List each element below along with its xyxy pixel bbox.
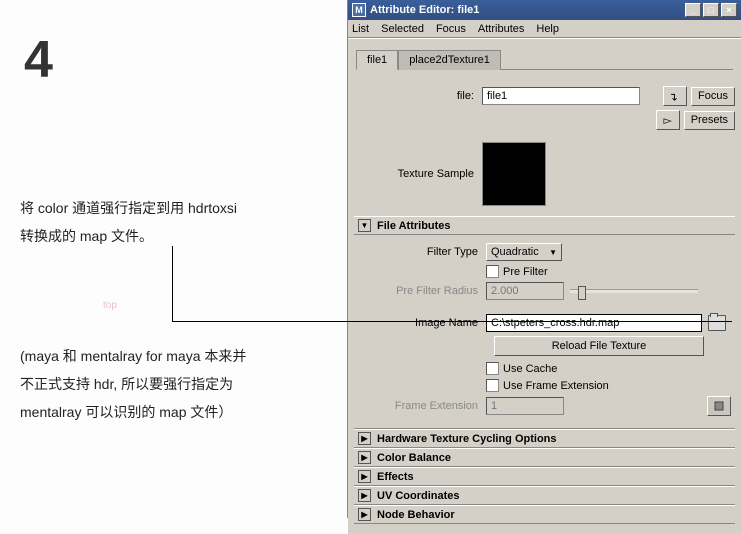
collapse-icon: ▼ [358,219,371,232]
connector-line [172,321,732,322]
tab-file1[interactable]: file1 [356,50,398,70]
tabs-area: file1 place2dTexture1 [348,39,741,74]
frame-ext-connect-button[interactable] [707,396,731,416]
file-attributes-body: Filter Type Quadratic ▼ Pre Filter Pre F… [354,235,735,429]
pre-filter-radius-slider[interactable] [570,289,698,293]
presets-button[interactable]: Presets [684,111,735,130]
pre-filter-label: Pre Filter [503,266,548,278]
window-titlebar[interactable]: M Attribute Editor: file1 _ □ × [348,0,741,20]
texture-sample-label: Texture Sample [354,168,482,180]
menubar: List Selected Focus Attributes Help [348,20,741,38]
maximize-button[interactable]: □ [703,3,719,17]
forward-icon: ▻ [663,114,671,127]
use-cache-checkbox[interactable] [486,362,499,375]
node-name-input[interactable] [482,87,640,105]
doc-left-panel: 4 将 color 通道强行指定到用 hdrtoxsi 转换成的 map 文件。… [0,0,347,518]
section-title: Effects [377,471,414,483]
tabs: file1 place2dTexture1 [356,49,733,70]
section-title: UV Coordinates [377,490,460,502]
filter-type-dropdown[interactable]: Quadratic ▼ [486,243,562,261]
reload-file-texture-button[interactable]: Reload File Texture [494,336,704,356]
section-title: Color Balance [377,452,451,464]
minimize-button[interactable]: _ [685,3,701,17]
use-cache-label: Use Cache [503,363,557,375]
attribute-editor-window: M Attribute Editor: file1 _ □ × List Sel… [347,0,741,518]
section-color-balance[interactable]: ▶ Color Balance [354,448,735,467]
close-button[interactable]: × [721,3,737,17]
section-node-behavior[interactable]: ▶ Node Behavior [354,505,735,524]
connector-line [172,246,173,322]
expand-icon: ▶ [358,432,371,445]
slider-thumb[interactable] [578,286,586,300]
menu-attributes[interactable]: Attributes [478,23,524,35]
step-number: 4 [10,10,337,90]
text: 不正式支持 hdr, 所以要强行指定为 [20,376,233,392]
section-title: File Attributes [377,220,451,232]
pre-filter-radius-label: Pre Filter Radius [358,285,486,297]
text: 转换成的 map 文件。 [20,228,153,244]
frame-extension-input[interactable] [486,397,564,415]
menu-selected[interactable]: Selected [381,23,424,35]
text: (maya 和 mentalray for maya 本来并 [20,348,246,364]
menu-list[interactable]: List [352,23,369,35]
connect-icon [713,400,725,412]
content-area: file: ↵ Focus ▻ Presets Texture Sample ▼ [348,74,741,534]
section-title: Node Behavior [377,509,455,521]
frame-extension-label: Frame Extension [358,400,486,412]
section-title: Hardware Texture Cycling Options [377,433,557,445]
expand-icon: ▶ [358,489,371,502]
menu-focus[interactable]: Focus [436,23,466,35]
browse-folder-icon[interactable] [708,315,726,331]
expand-icon: ▶ [358,451,371,464]
menu-help[interactable]: Help [536,23,559,35]
back-button[interactable]: ↵ [663,86,687,106]
image-name-input[interactable] [486,314,702,332]
dropdown-value: Quadratic [491,246,539,258]
instruction-text-2: (maya 和 mentalray for maya 本来并 不正式支持 hdr… [20,342,340,426]
chevron-down-icon: ▼ [549,248,557,257]
expand-icon: ▶ [358,508,371,521]
instruction-text-1: 将 color 通道强行指定到用 hdrtoxsi 转换成的 map 文件。 [20,194,340,250]
pre-filter-checkbox[interactable] [486,265,499,278]
pre-filter-radius-input[interactable] [486,282,564,300]
image-name-label: Image Name [358,317,486,329]
viewport-label: top [103,300,117,311]
node-type-label: file: [354,90,482,102]
expand-icon: ▶ [358,470,371,483]
text: 将 color 通道强行指定到用 hdrtoxsi [20,200,237,216]
forward-button[interactable]: ▻ [656,110,680,130]
section-uv-coordinates[interactable]: ▶ UV Coordinates [354,486,735,505]
tab-place2dtexture1[interactable]: place2dTexture1 [398,50,501,70]
texture-sample-swatch[interactable] [482,142,546,206]
back-icon: ↵ [669,91,682,100]
window-title: Attribute Editor: file1 [370,4,479,16]
app-icon: M [352,3,366,17]
filter-type-label: Filter Type [358,246,486,258]
focus-button[interactable]: Focus [691,87,735,106]
use-frame-ext-checkbox[interactable] [486,379,499,392]
section-hw-texture[interactable]: ▶ Hardware Texture Cycling Options [354,429,735,448]
use-frame-ext-label: Use Frame Extension [503,380,609,392]
text: mentalray 可以识别的 map 文件） [20,404,232,420]
section-effects[interactable]: ▶ Effects [354,467,735,486]
section-file-attributes[interactable]: ▼ File Attributes [354,216,735,235]
